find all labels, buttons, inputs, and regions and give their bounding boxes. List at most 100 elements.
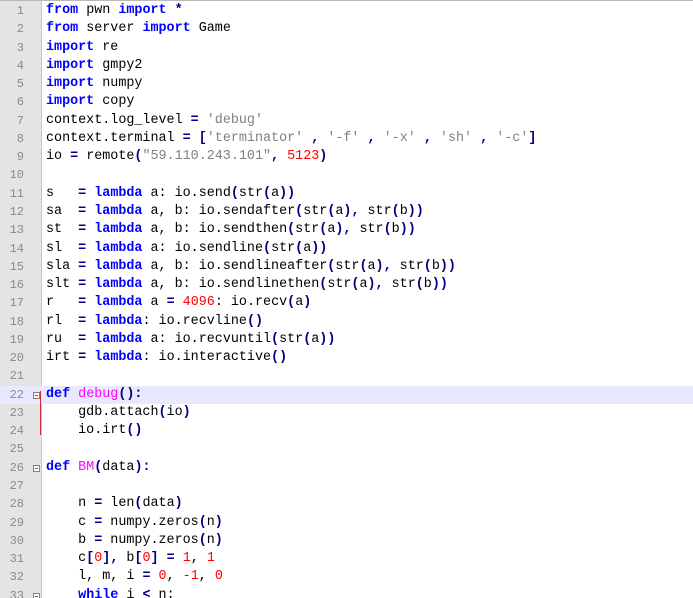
- code-line[interactable]: 30 b = numpy.zeros(n): [0, 532, 693, 550]
- code-line[interactable]: 32 l, m, i = 0, -1, 0: [0, 568, 693, 586]
- code-line[interactable]: 23 gdb.attach(io): [0, 404, 693, 422]
- code-token: from: [46, 21, 79, 37]
- code-line[interactable]: 18 rl = lambda: io.recvline(): [0, 313, 693, 331]
- code-token: import: [46, 76, 95, 92]
- code-line[interactable]: 20 irt = lambda: io.interactive(): [0, 349, 693, 367]
- code-token: ),: [343, 203, 360, 219]
- code-line[interactable]: 28 n = len(data): [0, 495, 693, 513]
- code-token: b: [46, 532, 95, 548]
- code-token: from: [46, 3, 79, 18]
- code-token: ]: [528, 130, 537, 146]
- code-token: import: [118, 3, 167, 18]
- code-token: server: [78, 21, 143, 37]
- code-line[interactable]: 6 import copy: [0, 93, 693, 111]
- code-token: str: [359, 203, 392, 219]
- line-number: 17: [9, 296, 24, 311]
- code-line[interactable]: 11 s = lambda a: io.send(str(a)): [0, 185, 693, 203]
- code-token: "59.110.243.101": [142, 149, 272, 165]
- code-token: import: [142, 21, 191, 37]
- code-token: r: [46, 295, 79, 311]
- code-token: 4096: [182, 295, 215, 311]
- code-token: (: [415, 277, 424, 293]
- line-number: 13: [9, 223, 24, 238]
- code-text: slt = lambda a, b: io.sendlinethen(str(a…: [46, 276, 448, 294]
- code-line[interactable]: 24 io.irt(): [0, 422, 693, 440]
- code-line[interactable]: 21: [0, 367, 693, 385]
- code-line[interactable]: 7 context.log_level = 'debug': [0, 112, 693, 130]
- code-token: ): [214, 514, 223, 530]
- code-line[interactable]: 33 while i < n:: [0, 587, 693, 598]
- code-line[interactable]: 29 c = numpy.zeros(n): [0, 514, 693, 532]
- code-text: ru = lambda a: io.recvuntil(str(a)): [46, 331, 335, 349]
- line-number: 23: [9, 405, 24, 420]
- fold-toggle-icon[interactable]: [33, 592, 40, 598]
- code-text: def debug():: [46, 386, 142, 404]
- code-line[interactable]: 17 r = lambda a = 4096: io.recv(a): [0, 294, 693, 312]
- code-line[interactable]: 26 def BM(data):: [0, 459, 693, 477]
- fold-toggle-icon[interactable]: [33, 391, 40, 399]
- code-token: )): [311, 240, 328, 256]
- code-line[interactable]: 27: [0, 477, 693, 495]
- code-line[interactable]: 4 import gmpy2: [0, 57, 693, 75]
- code-line[interactable]: 25: [0, 440, 693, 458]
- code-line[interactable]: 31 c[0], b[0] = 1, 1: [0, 550, 693, 568]
- code-token: (: [359, 258, 368, 274]
- code-token: =: [78, 277, 87, 293]
- code-editor[interactable]: 1 from pwn import * 2 from server import Ga…: [0, 0, 693, 598]
- code-token: ,: [423, 130, 432, 146]
- code-line[interactable]: 19 ru = lambda a: io.recvuntil(str(a)): [0, 331, 693, 349]
- code-token: ,: [166, 569, 183, 585]
- code-line[interactable]: 13st = lambda a, b: io.sendthen(str(a), …: [0, 221, 693, 239]
- code-text: irt = lambda: io.interactive(): [46, 349, 287, 367]
- code-token: n: [206, 514, 215, 530]
- code-token: (: [271, 331, 280, 347]
- code-token: ,: [198, 569, 215, 585]
- code-token: (: [158, 404, 167, 420]
- code-token: '-f': [327, 130, 360, 146]
- code-token: =: [166, 295, 175, 311]
- code-line[interactable]: 15 sla = lambda a, b: io.sendlineafter(st…: [0, 258, 693, 276]
- fold-toggle-icon[interactable]: [33, 464, 40, 472]
- line-number: 32: [9, 570, 24, 585]
- code-line[interactable]: 10: [0, 166, 693, 184]
- line-number: 1: [16, 4, 24, 18]
- code-line[interactable]: 2 from server import Game: [0, 20, 693, 38]
- code-token: sa: [46, 203, 79, 219]
- code-token: str: [351, 222, 384, 238]
- code-line[interactable]: 1 from pwn import *: [0, 2, 693, 20]
- code-line[interactable]: 3 import re: [0, 39, 693, 57]
- code-text: while i < n:: [46, 587, 174, 598]
- code-token: )): [319, 331, 336, 347]
- line-number: 4: [16, 58, 24, 73]
- line-number: 26: [9, 460, 24, 475]
- code-token: irt: [46, 350, 79, 366]
- line-number: 19: [9, 332, 24, 347]
- code-token: import: [46, 94, 95, 110]
- code-line[interactable]: 8 context.terminal = ['terminator' , '-f'…: [0, 130, 693, 148]
- code-token: ,: [271, 149, 280, 165]
- code-token: )): [407, 203, 424, 219]
- code-line[interactable]: 12 sa = lambda a, b: io.sendafter(str(a),…: [0, 203, 693, 221]
- code-line[interactable]: 14 sl = lambda a: io.sendline(str(a)): [0, 240, 693, 258]
- code-token: a: [367, 258, 376, 274]
- code-token: ),: [375, 258, 392, 274]
- code-line[interactable]: 16 slt = lambda a, b: io.sendlinethen(str…: [0, 276, 693, 294]
- code-token: n: [206, 532, 215, 548]
- code-token: <: [142, 587, 151, 598]
- code-line[interactable]: 9 io = remote("59.110.243.101", 5123): [0, 148, 693, 166]
- line-number: 6: [16, 95, 24, 110]
- code-line[interactable]: 22 def debug():: [0, 385, 693, 404]
- code-token: lambda: [94, 277, 143, 293]
- code-line[interactable]: 5 import numpy: [0, 75, 693, 93]
- line-number: 22: [9, 387, 24, 402]
- code-token: str: [303, 203, 328, 219]
- code-token: ,: [367, 130, 376, 146]
- code-token: )): [439, 258, 456, 274]
- code-token: 0: [214, 569, 223, 585]
- code-token: lambda: [94, 258, 143, 274]
- code-text: n = len(data): [46, 495, 183, 513]
